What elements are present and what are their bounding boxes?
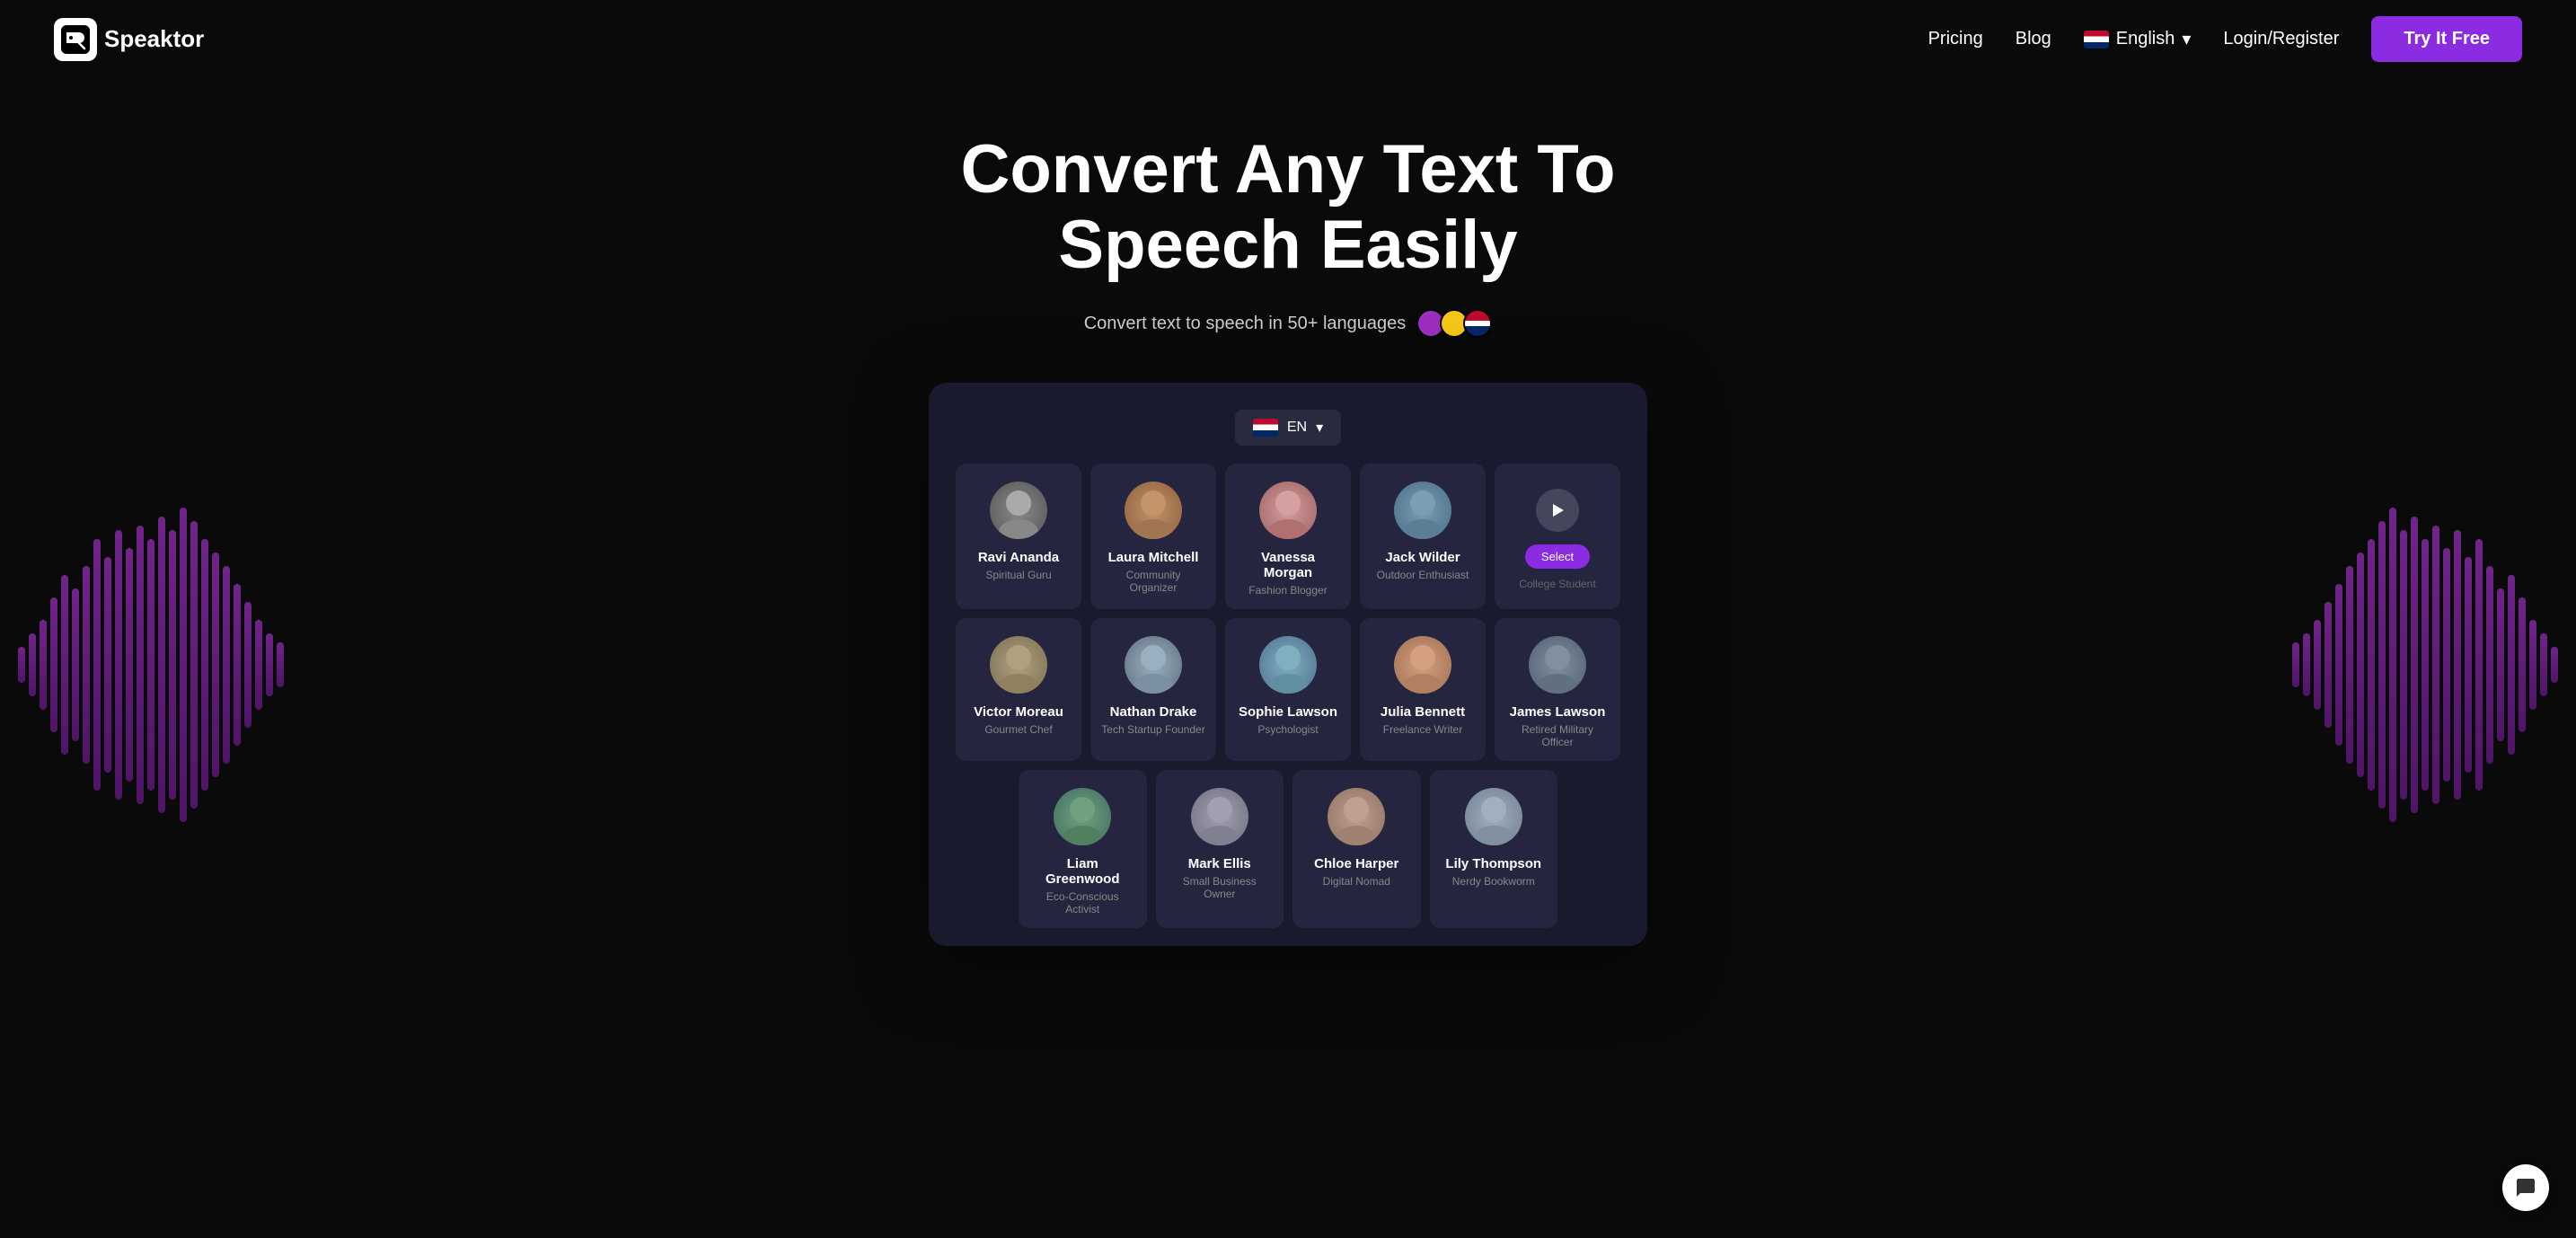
flag-usa (1463, 309, 1492, 338)
voice-title-lily: Nerdy Bookworm (1441, 875, 1548, 888)
avatar-mark (1191, 788, 1248, 845)
voice-title-julia: Freelance Writer (1371, 723, 1475, 736)
select-subtext: College Student (1519, 578, 1595, 590)
voice-name-james: James Lawson (1505, 704, 1610, 720)
waveform-area: EN ▾ Ravi Ananda Spiritual Guru (18, 383, 2558, 946)
language-selector[interactable]: English ▾ (2084, 28, 2192, 50)
voice-name-nathan: Nathan Drake (1101, 704, 1205, 720)
voice-name-jack: Jack Wilder (1371, 550, 1475, 565)
voice-title-vanessa: Fashion Blogger (1236, 584, 1340, 597)
language-dropdown[interactable]: EN ▾ (1235, 410, 1341, 446)
chat-button[interactable] (2502, 1164, 2549, 1211)
voice-laura[interactable]: Laura Mitchell Community Organizer (1090, 464, 1216, 609)
avatar-liam (1054, 788, 1111, 845)
voice-title-liam: Eco-Conscious Activist (1029, 890, 1136, 915)
nav-pricing[interactable]: Pricing (1928, 29, 1983, 49)
avatar-james (1529, 636, 1586, 694)
voice-title-victor: Gourmet Chef (966, 723, 1071, 736)
voice-vanessa[interactable]: Vanessa Morgan Fashion Blogger (1225, 464, 1351, 609)
voice-title-sophie: Psychologist (1236, 723, 1340, 736)
avatar-victor (990, 636, 1047, 694)
select-button[interactable]: Select (1525, 544, 1590, 569)
avatar-lily (1465, 788, 1522, 845)
voice-title-chloe: Digital Nomad (1303, 875, 1410, 888)
voice-name-mark: Mark Ellis (1167, 856, 1274, 871)
dropdown-lang-label: EN (1287, 420, 1307, 436)
voice-name-vanessa: Vanessa Morgan (1236, 550, 1340, 580)
hero-title: Convert Any Text To Speech Easily (839, 132, 1737, 282)
voice-title-ravi: Spiritual Guru (966, 569, 1071, 581)
avatar-jack (1394, 482, 1451, 539)
logo[interactable]: Speaktor (54, 18, 204, 61)
voice-name-julia: Julia Bennett (1371, 704, 1475, 720)
dropdown-flag (1253, 419, 1278, 437)
avatar-julia (1394, 636, 1451, 694)
voice-name-laura: Laura Mitchell (1101, 550, 1205, 565)
play-icon (1536, 489, 1579, 532)
logo-text: Speaktor (104, 25, 204, 53)
try-free-button[interactable]: Try It Free (2371, 16, 2522, 62)
voice-james[interactable]: James Lawson Retired Military Officer (1495, 618, 1620, 761)
voice-julia[interactable]: Julia Bennett Freelance Writer (1360, 618, 1486, 761)
language-flags (1416, 309, 1492, 338)
voice-name-liam: Liam Greenwood (1029, 856, 1136, 887)
voice-nathan[interactable]: Nathan Drake Tech Startup Founder (1090, 618, 1216, 761)
main-nav: Pricing Blog English ▾ Login/Register Tr… (1928, 16, 2522, 62)
waveform-right (2292, 485, 2558, 844)
app-window: EN ▾ Ravi Ananda Spiritual Guru (929, 383, 1647, 946)
voice-title-mark: Small Business Owner (1167, 875, 1274, 900)
voices-row-3: Liam Greenwood Eco-Conscious Activist Ma… (956, 770, 1620, 928)
voice-name-chloe: Chloe Harper (1303, 856, 1410, 871)
voice-mark[interactable]: Mark Ellis Small Business Owner (1156, 770, 1284, 928)
voice-victor[interactable]: Victor Moreau Gourmet Chef (956, 618, 1081, 761)
flag-icon (2084, 31, 2109, 49)
login-register-link[interactable]: Login/Register (2223, 29, 2339, 49)
avatar-chloe (1328, 788, 1385, 845)
voice-name-ravi: Ravi Ananda (966, 550, 1071, 565)
voice-chloe[interactable]: Chloe Harper Digital Nomad (1292, 770, 1421, 928)
language-label: English (2116, 29, 2175, 49)
voice-name-sophie: Sophie Lawson (1236, 704, 1340, 720)
voice-sophie[interactable]: Sophie Lawson Psychologist (1225, 618, 1351, 761)
voice-name-victor: Victor Moreau (966, 704, 1071, 720)
avatar-laura (1125, 482, 1182, 539)
avatar-nathan (1125, 636, 1182, 694)
voice-name-lily: Lily Thompson (1441, 856, 1548, 871)
hero-section: Convert Any Text To Speech Easily Conver… (0, 78, 2576, 964)
avatar-sophie (1259, 636, 1317, 694)
nav-blog[interactable]: Blog (2016, 29, 2051, 49)
voice-jack[interactable]: Jack Wilder Outdoor Enthusiast (1360, 464, 1486, 609)
voice-ravi[interactable]: Ravi Ananda Spiritual Guru (956, 464, 1081, 609)
subtitle-text: Convert text to speech in 50+ languages (1084, 314, 1407, 334)
chevron-down-icon: ▾ (2182, 28, 2191, 50)
dropdown-chevron-icon: ▾ (1316, 419, 1323, 437)
voices-row-1: Ravi Ananda Spiritual Guru Laura Mitchel… (956, 464, 1620, 609)
voice-lily[interactable]: Lily Thompson Nerdy Bookworm (1430, 770, 1558, 928)
header: Speaktor Pricing Blog English ▾ Login/Re… (0, 0, 2576, 78)
voice-title-james: Retired Military Officer (1505, 723, 1610, 748)
voice-title-nathan: Tech Startup Founder (1101, 723, 1205, 736)
hero-subtitle: Convert text to speech in 50+ languages (18, 309, 2558, 338)
logo-icon (54, 18, 97, 61)
voice-title-laura: Community Organizer (1101, 569, 1205, 594)
voice-title-jack: Outdoor Enthusiast (1371, 569, 1475, 581)
waveform-left (18, 485, 284, 844)
avatar-ravi (990, 482, 1047, 539)
voice-select-card[interactable]: Select College Student (1495, 464, 1620, 609)
voices-row-2: Victor Moreau Gourmet Chef Nathan Drake … (956, 618, 1620, 761)
avatar-vanessa (1259, 482, 1317, 539)
voice-liam[interactable]: Liam Greenwood Eco-Conscious Activist (1019, 770, 1147, 928)
